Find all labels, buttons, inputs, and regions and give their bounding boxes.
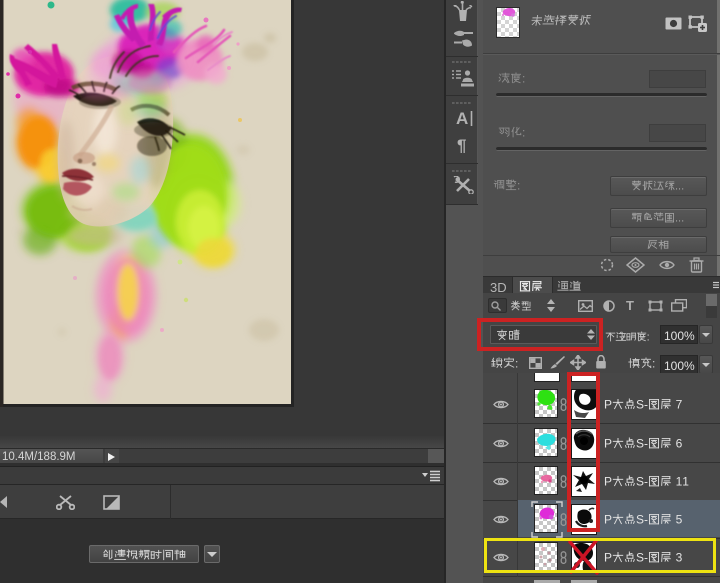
svg-text:5: 5 bbox=[676, 512, 683, 526]
svg-text::: : bbox=[515, 356, 518, 370]
svg-text:P: P bbox=[604, 512, 612, 526]
svg-text:-: - bbox=[644, 512, 648, 526]
svg-text:-: - bbox=[644, 397, 648, 411]
svg-text:.: . bbox=[681, 212, 684, 224]
svg-text:7: 7 bbox=[676, 397, 683, 411]
svg-text:P: P bbox=[604, 436, 612, 450]
svg-text:-: - bbox=[644, 436, 648, 450]
svg-text:S: S bbox=[636, 397, 644, 411]
svg-text:S: S bbox=[636, 474, 644, 488]
svg-text:S: S bbox=[636, 512, 644, 526]
svg-text:1: 1 bbox=[682, 474, 689, 488]
svg-text::: : bbox=[647, 331, 650, 343]
svg-text:¶: ¶ bbox=[457, 137, 466, 153]
svg-text::: : bbox=[652, 356, 655, 370]
svg-text:6: 6 bbox=[676, 436, 683, 450]
svg-text:P: P bbox=[604, 474, 612, 488]
svg-text::: : bbox=[517, 178, 520, 192]
svg-text:A: A bbox=[456, 110, 468, 127]
svg-text::: : bbox=[522, 71, 525, 85]
svg-text::: : bbox=[522, 125, 525, 139]
svg-text:P: P bbox=[604, 397, 612, 411]
svg-text:-: - bbox=[644, 474, 648, 488]
svg-text:S: S bbox=[636, 436, 644, 450]
svg-text:.: . bbox=[681, 180, 684, 192]
